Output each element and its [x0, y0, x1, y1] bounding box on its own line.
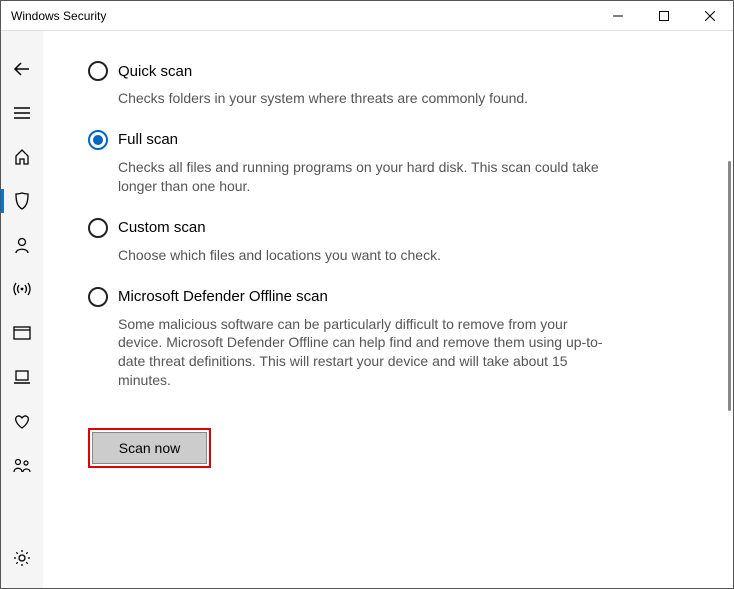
- sidebar-item-home[interactable]: [1, 137, 43, 177]
- close-button[interactable]: [687, 1, 733, 31]
- menu-button[interactable]: [1, 93, 43, 133]
- network-icon: [12, 281, 32, 297]
- radio-label: Custom scan: [118, 219, 206, 236]
- radio-label: Microsoft Defender Offline scan: [118, 288, 328, 305]
- gear-icon: [13, 549, 31, 567]
- heart-icon: [13, 413, 31, 429]
- hamburger-icon: [14, 106, 30, 120]
- shield-icon: [13, 191, 31, 211]
- radio-indicator: [88, 61, 108, 81]
- scan-now-button[interactable]: Scan now: [92, 432, 207, 464]
- sidebar-item-firewall[interactable]: [1, 269, 43, 309]
- radio-full-scan[interactable]: Full scan Checks all files and running p…: [88, 130, 683, 196]
- sidebar-item-app-control[interactable]: [1, 313, 43, 353]
- radio-indicator: [88, 130, 108, 150]
- window-icon: [13, 326, 31, 340]
- window-title: Windows Security: [1, 9, 106, 23]
- person-icon: [13, 236, 31, 254]
- sidebar-item-account[interactable]: [1, 225, 43, 265]
- back-button[interactable]: [1, 49, 43, 89]
- laptop-icon: [13, 369, 31, 385]
- radio-label: Quick scan: [118, 63, 192, 80]
- sidebar-item-settings[interactable]: [1, 538, 43, 578]
- family-icon: [12, 457, 32, 473]
- radio-offline-scan[interactable]: Microsoft Defender Offline scan Some mal…: [88, 287, 683, 391]
- radio-description: Checks folders in your system where thre…: [118, 89, 608, 108]
- sidebar-item-virus-protection[interactable]: [1, 181, 43, 221]
- sidebar-item-family[interactable]: [1, 445, 43, 485]
- maximize-button[interactable]: [641, 1, 687, 31]
- radio-indicator: [88, 287, 108, 307]
- radio-label: Full scan: [118, 131, 178, 148]
- radio-custom-scan[interactable]: Custom scan Choose which files and locat…: [88, 218, 683, 265]
- content: Quick scan Checks folders in your system…: [43, 31, 733, 588]
- sidebar-item-device-performance[interactable]: [1, 401, 43, 441]
- home-icon: [13, 148, 31, 166]
- highlight-box: Scan now: [88, 428, 211, 468]
- window: Windows Security: [0, 0, 734, 589]
- scrollbar[interactable]: [728, 161, 731, 411]
- arrow-left-icon: [13, 60, 31, 78]
- radio-description: Choose which files and locations you wan…: [118, 246, 608, 265]
- sidebar-item-device-security[interactable]: [1, 357, 43, 397]
- sidebar: [1, 31, 43, 588]
- minimize-button[interactable]: [595, 1, 641, 31]
- radio-description: Some malicious software can be particula…: [118, 315, 608, 391]
- radio-description: Checks all files and running programs on…: [118, 158, 608, 196]
- titlebar: Windows Security: [1, 1, 733, 31]
- radio-indicator: [88, 218, 108, 238]
- body: Quick scan Checks folders in your system…: [1, 31, 733, 588]
- scan-options-group: Quick scan Checks folders in your system…: [88, 61, 683, 390]
- radio-quick-scan[interactable]: Quick scan Checks folders in your system…: [88, 61, 683, 108]
